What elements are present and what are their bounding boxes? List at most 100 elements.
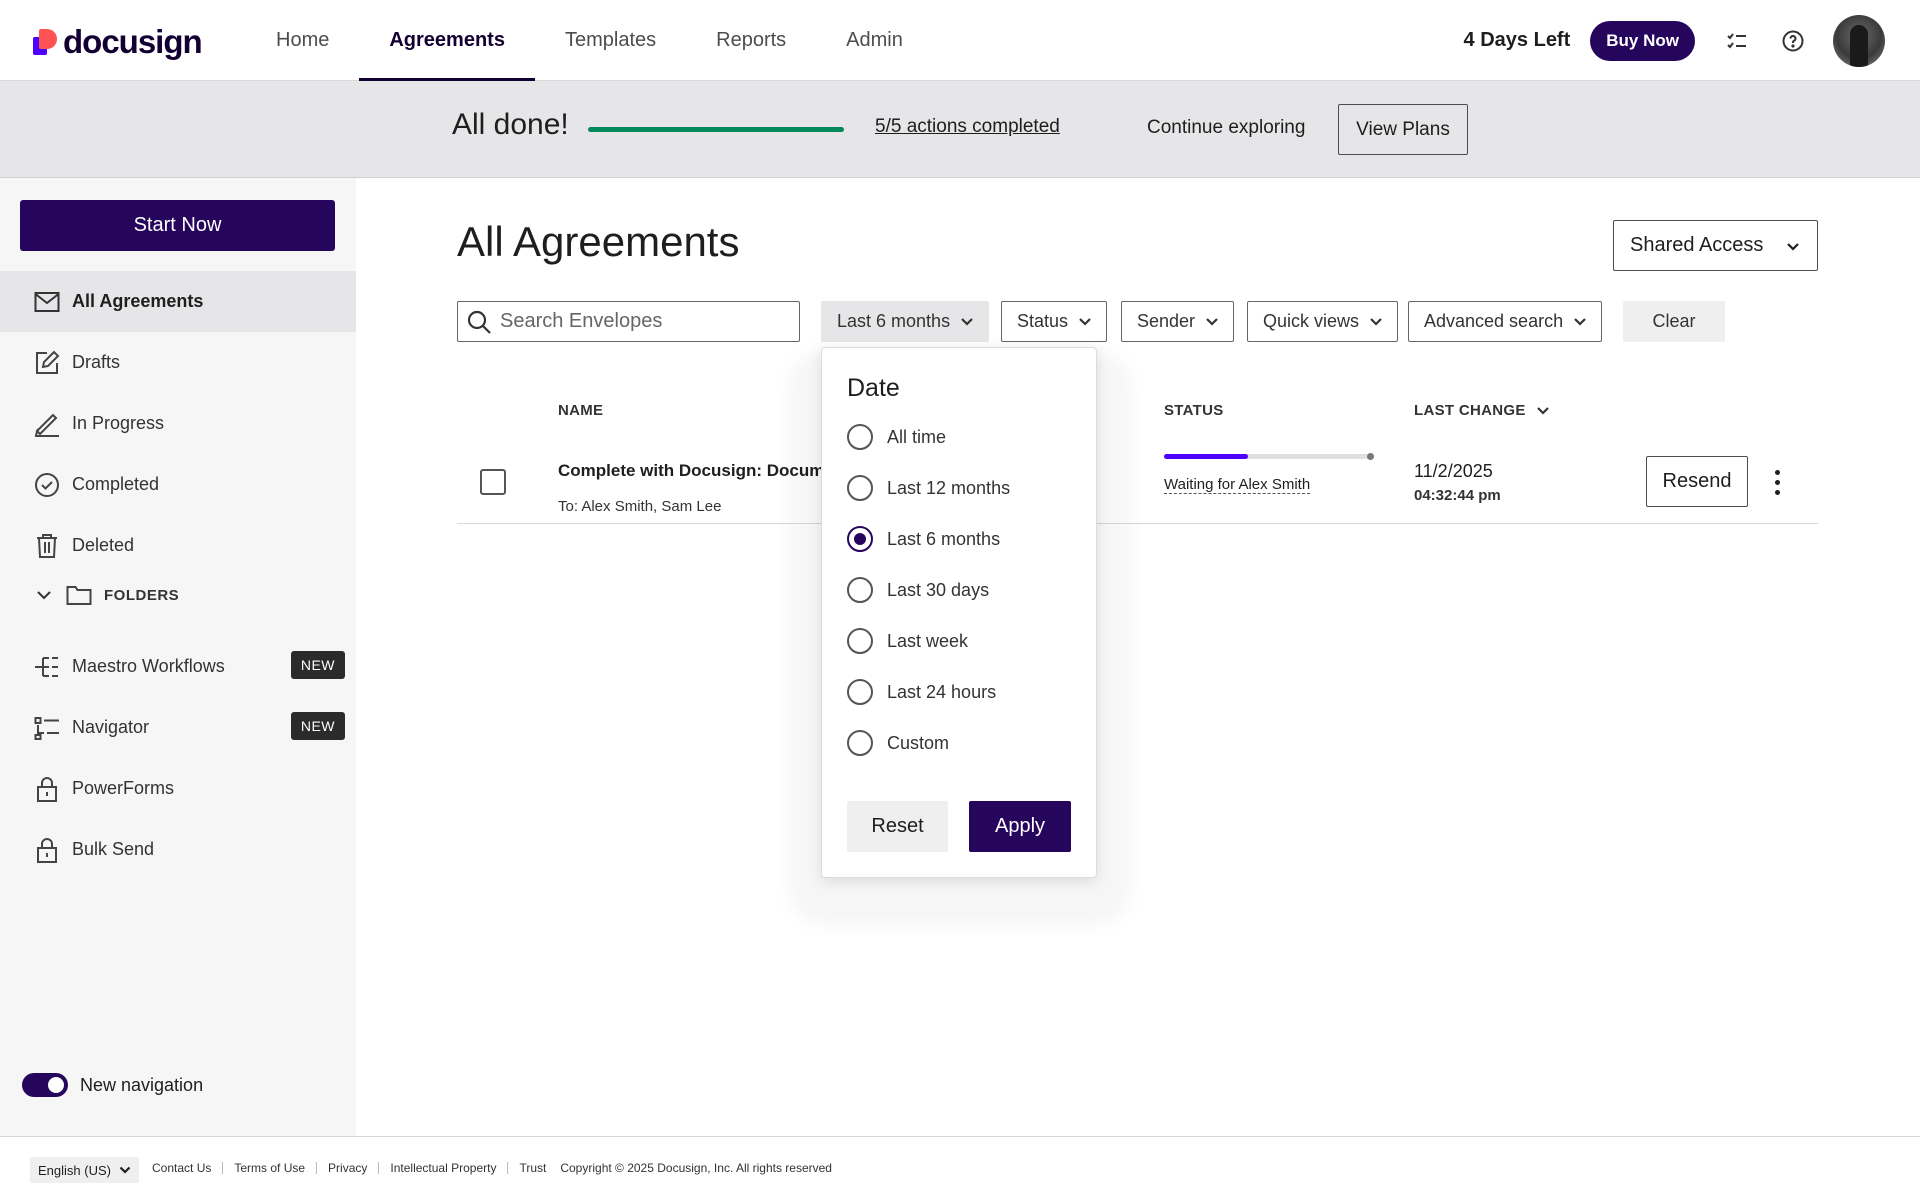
sender-filter-label: Sender: [1137, 311, 1196, 331]
advanced-search-label: Advanced search: [1424, 311, 1564, 331]
date-option-label: All time: [887, 426, 947, 447]
nav-tab-home[interactable]: Home: [246, 0, 359, 81]
nav-tab-agreements[interactable]: Agreements: [359, 0, 535, 82]
more-actions-icon[interactable]: [1762, 460, 1792, 504]
sidebar-item-label: Maestro Workflows: [72, 656, 225, 676]
trial-days-left: 4 Days Left: [1463, 29, 1571, 51]
radio-button[interactable]: [847, 424, 873, 450]
radio-button[interactable]: [847, 628, 873, 654]
chevron-down-icon: [1785, 236, 1801, 262]
footer-link-trust[interactable]: Trust: [519, 1161, 546, 1175]
status-text[interactable]: Waiting for Alex Smith: [1164, 476, 1311, 494]
column-header-status[interactable]: STATUS: [1164, 402, 1224, 419]
quick-views-label: Quick views: [1263, 311, 1360, 331]
footer-link-terms-of-use[interactable]: Terms of Use: [234, 1161, 305, 1175]
date-option-custom[interactable]: Custom: [847, 728, 949, 758]
footer-link-contact-us[interactable]: Contact Us: [152, 1161, 211, 1175]
search-envelopes-field[interactable]: [457, 301, 800, 342]
column-header-name[interactable]: NAME: [558, 402, 603, 419]
sidebar-item-maestro-workflows[interactable]: Maestro Workflows NEW: [0, 636, 356, 697]
checklist-icon[interactable]: [1717, 21, 1757, 61]
sidebar-item-navigator[interactable]: Navigator NEW: [0, 697, 356, 758]
language-selector[interactable]: English (US): [30, 1157, 139, 1183]
date-option-last-12-months[interactable]: Last 12 months: [847, 473, 1010, 503]
sidebar-item-completed[interactable]: Completed: [0, 454, 356, 515]
nav-tab-templates[interactable]: Templates: [535, 0, 686, 81]
new-badge: NEW: [290, 712, 345, 740]
radio-button[interactable]: [847, 679, 873, 705]
copyright-text: Copyright © 2025 Docusign, Inc. All righ…: [560, 1161, 832, 1175]
folders-toggle[interactable]: FOLDERS: [0, 575, 356, 615]
shared-access-dropdown[interactable]: Shared Access: [1613, 220, 1818, 271]
last-change-time: 04:32:44 pm: [1414, 487, 1501, 504]
sidebar-item-label: PowerForms: [72, 778, 175, 798]
chevron-down-icon: [1078, 317, 1092, 327]
top-navigation: docusign Home Agreements Templates Repor…: [0, 0, 1920, 82]
sidebar-item-deleted[interactable]: Deleted: [0, 515, 356, 576]
view-plans-button[interactable]: View Plans: [1338, 104, 1468, 155]
quick-views-button[interactable]: Quick views: [1247, 301, 1399, 342]
sidebar-item-label: All Agreements: [72, 291, 204, 311]
date-option-last-24-hours[interactable]: Last 24 hours: [847, 677, 996, 707]
new-badge: NEW: [290, 651, 345, 679]
date-filter-label: Last 6 months: [837, 311, 951, 331]
date-filter-button[interactable]: Last 6 months: [821, 301, 990, 342]
status-filter-label: Status: [1017, 311, 1069, 331]
pen-icon: [34, 411, 60, 437]
workflow-icon: [34, 654, 60, 680]
new-navigation-toggle[interactable]: [22, 1073, 68, 1097]
user-avatar[interactable]: [1833, 14, 1885, 67]
radio-button[interactable]: [847, 577, 873, 603]
nav-tab-reports[interactable]: Reports: [686, 0, 816, 81]
sidebar-item-all-agreements[interactable]: All Agreements: [0, 271, 356, 332]
page-title: All Agreements: [457, 218, 740, 265]
footer: English (US) Contact Us Terms of Use Pri…: [0, 1136, 1920, 1200]
radio-button-selected[interactable]: [847, 526, 873, 552]
folder-icon: [66, 584, 92, 606]
date-option-label: Last 12 months: [887, 477, 1011, 498]
sidebar-item-in-progress[interactable]: In Progress: [0, 393, 356, 454]
status-filter-button[interactable]: Status: [1001, 301, 1108, 342]
docusign-logo-mark: [33, 29, 57, 55]
docusign-logo[interactable]: docusign: [33, 23, 203, 60]
table-row[interactable]: Complete with Docusign: Docume To: Alex …: [457, 446, 1818, 524]
nav-right-group: 4 Days Left Buy Now: [1464, 0, 1920, 81]
sidebar-item-powerforms[interactable]: PowerForms: [0, 758, 356, 819]
sidebar-item-drafts[interactable]: Drafts: [0, 332, 356, 393]
nav-tab-admin[interactable]: Admin: [816, 0, 933, 81]
chevron-down-icon: [1369, 317, 1383, 327]
sidebar-item-bulk-send[interactable]: Bulk Send: [0, 819, 356, 880]
resend-button[interactable]: Resend: [1646, 456, 1748, 507]
banner-progress-fill: [588, 127, 844, 132]
footer-link-privacy[interactable]: Privacy: [328, 1161, 367, 1175]
date-option-label: Last week: [887, 630, 969, 651]
footer-link-intellectual-property[interactable]: Intellectual Property: [390, 1161, 496, 1175]
sidebar: Start Now All Agreements Drafts In Progr…: [0, 178, 356, 1136]
sidebar-item-label: Drafts: [72, 352, 121, 372]
actions-completed-link[interactable]: 5/5 actions completed: [875, 116, 1060, 138]
date-option-label: Last 24 hours: [887, 681, 997, 702]
date-option-label: Last 30 days: [887, 579, 990, 600]
date-option-last-6-months[interactable]: Last 6 months: [847, 524, 1000, 554]
radio-button[interactable]: [847, 475, 873, 501]
reset-button[interactable]: Reset: [847, 801, 948, 852]
banner-progress-bar: [588, 127, 844, 132]
date-option-last-week[interactable]: Last week: [847, 626, 968, 656]
column-header-last-change[interactable]: LAST CHANGE: [1414, 402, 1550, 419]
date-option-all-time[interactable]: All time: [847, 422, 946, 452]
row-select-checkbox[interactable]: [480, 469, 506, 495]
radio-button[interactable]: [847, 730, 873, 756]
clear-filters-button[interactable]: Clear: [1623, 301, 1725, 342]
sort-chevron-icon: [1536, 406, 1550, 416]
date-option-label: Last 6 months: [887, 528, 1001, 549]
help-icon[interactable]: [1773, 21, 1813, 61]
search-input[interactable]: [500, 310, 780, 333]
apply-button[interactable]: Apply: [969, 801, 1071, 852]
advanced-search-button[interactable]: Advanced search: [1408, 301, 1603, 342]
start-now-button[interactable]: Start Now: [20, 200, 335, 251]
buy-now-button[interactable]: Buy Now: [1590, 20, 1695, 61]
date-option-last-30-days[interactable]: Last 30 days: [847, 575, 989, 605]
last-change-date: 11/2/2025: [1414, 461, 1493, 481]
date-dropdown-title: Date: [847, 374, 900, 402]
sender-filter-button[interactable]: Sender: [1121, 301, 1235, 342]
